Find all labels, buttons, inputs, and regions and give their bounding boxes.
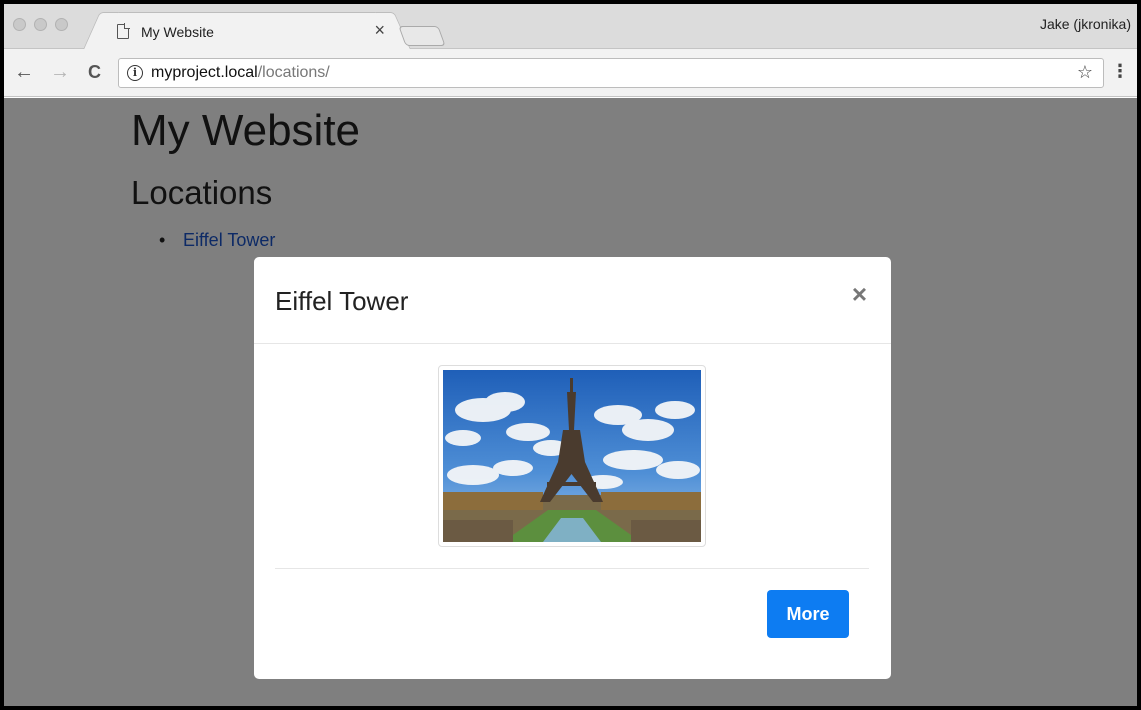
- browser-toolbar: ← → C i myproject.local/locations/ ☆ ⋮: [4, 49, 1137, 97]
- modal-footer-divider: [275, 568, 869, 569]
- info-icon[interactable]: i: [127, 65, 143, 81]
- modal-header: Eiffel Tower ×: [254, 257, 891, 344]
- new-tab-button[interactable]: [398, 26, 446, 46]
- back-icon[interactable]: ←: [14, 61, 34, 83]
- page-icon: [117, 23, 130, 39]
- tab-my-website[interactable]: My Website ×: [100, 12, 394, 50]
- forward-icon[interactable]: →: [50, 61, 70, 83]
- profile-name[interactable]: Jake (jkronika): [1040, 16, 1131, 32]
- window-minimize-dot[interactable]: [34, 18, 47, 31]
- browser-window: My Website × Jake (jkronika) ← → C i myp…: [4, 4, 1137, 706]
- more-button[interactable]: More: [767, 590, 849, 638]
- modal-title: Eiffel Tower: [275, 286, 409, 316]
- bookmark-star-icon[interactable]: ☆: [1077, 62, 1093, 83]
- url-path: /locations/: [257, 64, 330, 81]
- tab-title: My Website: [141, 24, 214, 40]
- window-zoom-dot[interactable]: [55, 18, 68, 31]
- location-image-thumbnail: [438, 365, 706, 547]
- close-icon[interactable]: ×: [852, 281, 867, 307]
- page-viewport: My Website Locations •Eiffel Tower Eiffe…: [4, 98, 1137, 706]
- address-bar[interactable]: i myproject.local/locations/ ☆: [118, 58, 1104, 88]
- window-close-dot[interactable]: [13, 18, 26, 31]
- eiffel-tower-photo: [443, 370, 701, 542]
- browser-menu-icon[interactable]: ⋮: [1111, 61, 1129, 81]
- url-text[interactable]: myproject.local/locations/: [151, 64, 330, 82]
- location-modal: Eiffel Tower × More: [254, 257, 891, 679]
- tab-close-icon[interactable]: ×: [374, 21, 385, 39]
- url-host: myproject.local: [151, 64, 258, 81]
- reload-icon[interactable]: C: [88, 61, 101, 83]
- tab-strip: My Website × Jake (jkronika): [4, 4, 1137, 50]
